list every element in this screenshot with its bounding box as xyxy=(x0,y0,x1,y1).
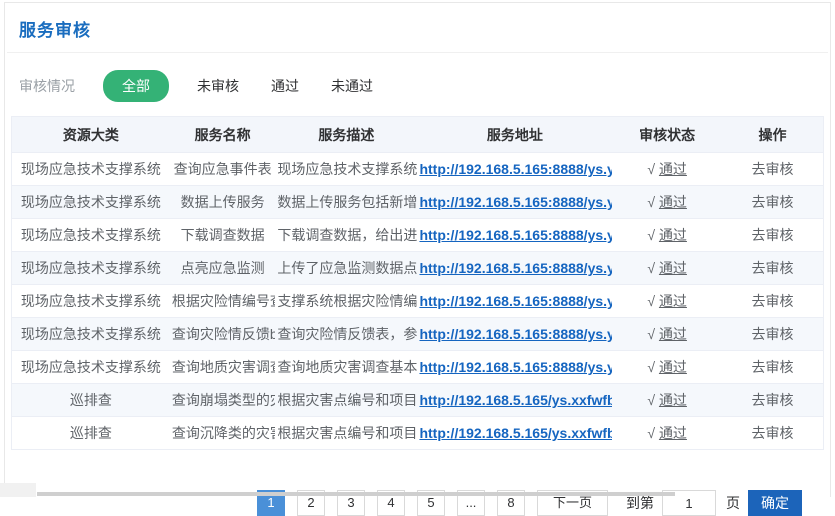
tab-all[interactable]: 全部 xyxy=(103,70,169,102)
table-row: 现场应急技术支撑系统 查询应急事件表 现场应急技术支撑系统相... http:/… xyxy=(12,153,824,186)
cell-service-name: 查询崩塌类型的灾害... xyxy=(170,384,276,417)
cell-category: 现场应急技术支撑系统 xyxy=(12,186,170,219)
go-audit-button[interactable]: 去审核 xyxy=(751,326,793,342)
cell-category: 现场应急技术支撑系统 xyxy=(12,153,170,186)
col-header-status: 审核状态 xyxy=(612,117,722,153)
status-check-icon: √ xyxy=(647,392,655,408)
col-header-action: 操作 xyxy=(722,117,824,153)
cell-category: 巡排查 xyxy=(12,384,170,417)
cell-service-desc: 根据灾害点编号和项目类... xyxy=(275,417,417,450)
status-badge[interactable]: 通过 xyxy=(659,392,687,408)
table-row: 巡排查 查询崩塌类型的灾害... 根据灾害点编号和项目类... http://1… xyxy=(12,384,824,417)
tab-passed[interactable]: 通过 xyxy=(271,76,299,96)
goto-page-suffix: 页 xyxy=(726,493,740,513)
go-audit-button[interactable]: 去审核 xyxy=(751,161,793,177)
status-check-icon: √ xyxy=(647,359,655,375)
table-row: 现场应急技术支撑系统 根据灾险情编号查询... 支撑系统根据灾险情编号... h… xyxy=(12,285,824,318)
cell-service-desc: 下载调查数据，给出进度... xyxy=(275,219,417,252)
status-badge[interactable]: 通过 xyxy=(659,194,687,210)
service-url-link[interactable]: http://192.168.5.165:8888/ys.yjz... xyxy=(419,293,612,309)
status-badge[interactable]: 通过 xyxy=(659,293,687,309)
page-title: 服务审核 xyxy=(5,3,830,52)
go-audit-button[interactable]: 去审核 xyxy=(751,425,793,441)
status-check-icon: √ xyxy=(647,161,655,177)
tab-unaudited[interactable]: 未审核 xyxy=(197,76,239,96)
service-audit-table: 资源大类 服务名称 服务描述 服务地址 审核状态 操作 现场应急技术支撑系统 查… xyxy=(11,116,824,450)
cell-category: 巡排查 xyxy=(12,417,170,450)
cell-service-name: 查询应急事件表 xyxy=(170,153,276,186)
service-url-link[interactable]: http://192.168.5.165:8888/ys.yjz... xyxy=(419,227,612,243)
go-audit-button[interactable]: 去审核 xyxy=(751,194,793,210)
table-row: 现场应急技术支撑系统 点亮应急监测 上传了应急监测数据点亮... http://… xyxy=(12,252,824,285)
cell-service-name: 查询地质灾害调查基... xyxy=(170,351,276,384)
status-check-icon: √ xyxy=(647,326,655,342)
confirm-button[interactable]: 确定 xyxy=(748,490,802,516)
col-header-url: 服务地址 xyxy=(417,117,612,153)
status-check-icon: √ xyxy=(647,227,655,243)
status-badge[interactable]: 通过 xyxy=(659,260,687,276)
cell-service-desc: 现场应急技术支撑系统相... xyxy=(275,153,417,186)
cell-service-desc: 支撑系统根据灾险情编号... xyxy=(275,285,417,318)
status-check-icon: √ xyxy=(647,194,655,210)
cell-service-desc: 数据上传服务包括新增应... xyxy=(275,186,417,219)
scrollbar-corner xyxy=(0,483,36,497)
horizontal-scrollbar-thumb[interactable] xyxy=(37,492,675,496)
status-badge[interactable]: 通过 xyxy=(659,227,687,243)
cell-service-name: 数据上传服务 xyxy=(170,186,276,219)
status-check-icon: √ xyxy=(647,293,655,309)
cell-category: 现场应急技术支撑系统 xyxy=(12,252,170,285)
table-row: 巡排查 查询沉降类的灾害点... 根据灾害点编号和项目类... http://1… xyxy=(12,417,824,450)
cell-service-desc: 查询地质灾害调查基本信... xyxy=(275,351,417,384)
table-row: 现场应急技术支撑系统 查询地质灾害调查基... 查询地质灾害调查基本信... h… xyxy=(12,351,824,384)
cell-service-name: 下载调查数据 xyxy=(170,219,276,252)
service-url-link[interactable]: http://192.168.5.165:8888/ys.yjz... xyxy=(419,161,612,177)
table-row: 现场应急技术支撑系统 查询灾险情反馈byZ... 查询灾险情反馈表，参数... … xyxy=(12,318,824,351)
service-url-link[interactable]: http://192.168.5.165:8888/ys.yjz... xyxy=(419,194,612,210)
col-header-desc: 服务描述 xyxy=(275,117,417,153)
go-audit-button[interactable]: 去审核 xyxy=(751,260,793,276)
cell-service-desc: 上传了应急监测数据点亮... xyxy=(275,252,417,285)
filter-label: 审核情况 xyxy=(19,76,75,96)
table-row: 现场应急技术支撑系统 数据上传服务 数据上传服务包括新增应... http://… xyxy=(12,186,824,219)
service-url-link[interactable]: http://192.168.5.165:8888/ys.yjz... xyxy=(419,359,612,375)
audit-panel: 服务审核 审核情况 全部 未审核 通过 未通过 资源大类 服务名称 服务描述 服… xyxy=(4,2,831,497)
cell-category: 现场应急技术支撑系统 xyxy=(12,318,170,351)
table-row: 现场应急技术支撑系统 下载调查数据 下载调查数据，给出进度... http://… xyxy=(12,219,824,252)
cell-category: 现场应急技术支撑系统 xyxy=(12,285,170,318)
go-audit-button[interactable]: 去审核 xyxy=(751,293,793,309)
cell-category: 现场应急技术支撑系统 xyxy=(12,219,170,252)
col-header-name: 服务名称 xyxy=(170,117,276,153)
cell-service-name: 查询灾险情反馈byZ... xyxy=(170,318,276,351)
cell-category: 现场应急技术支撑系统 xyxy=(12,351,170,384)
service-url-link[interactable]: http://192.168.5.165:8888/ys.yjz... xyxy=(419,260,612,276)
cell-service-desc: 查询灾险情反馈表，参数... xyxy=(275,318,417,351)
cell-service-desc: 根据灾害点编号和项目类... xyxy=(275,384,417,417)
service-url-link[interactable]: http://192.168.5.165/ys.xxfwfb/s... xyxy=(419,392,612,408)
status-check-icon: √ xyxy=(647,260,655,276)
service-url-link[interactable]: http://192.168.5.165/ys.xxfwfb/s... xyxy=(419,425,612,441)
goto-page-prefix: 到第 xyxy=(626,493,654,513)
go-audit-button[interactable]: 去审核 xyxy=(751,359,793,375)
cell-service-name: 查询沉降类的灾害点... xyxy=(170,417,276,450)
cell-service-name: 根据灾险情编号查询... xyxy=(170,285,276,318)
status-badge[interactable]: 通过 xyxy=(659,425,687,441)
col-header-category: 资源大类 xyxy=(12,117,170,153)
filter-row: 审核情况 全部 未审核 通过 未通过 xyxy=(5,53,830,116)
status-badge[interactable]: 通过 xyxy=(659,359,687,375)
table-header-row: 资源大类 服务名称 服务描述 服务地址 审核状态 操作 xyxy=(12,117,824,153)
status-check-icon: √ xyxy=(647,425,655,441)
status-badge[interactable]: 通过 xyxy=(659,326,687,342)
tab-failed[interactable]: 未通过 xyxy=(331,76,373,96)
go-audit-button[interactable]: 去审核 xyxy=(751,392,793,408)
status-badge[interactable]: 通过 xyxy=(659,161,687,177)
cell-service-name: 点亮应急监测 xyxy=(170,252,276,285)
go-audit-button[interactable]: 去审核 xyxy=(751,227,793,243)
service-url-link[interactable]: http://192.168.5.165:8888/ys.yjz... xyxy=(419,326,612,342)
